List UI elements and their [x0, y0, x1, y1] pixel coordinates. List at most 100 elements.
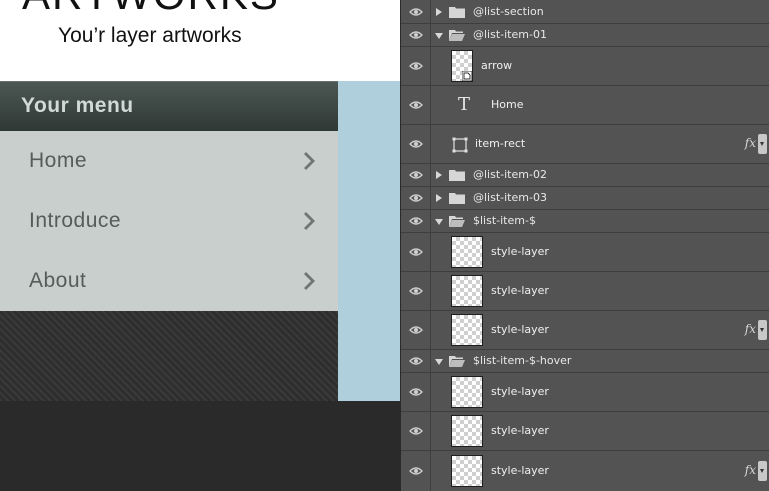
layer-effects-icon[interactable]: fx	[745, 136, 756, 150]
layer-thumbnail	[451, 415, 483, 447]
layer-row-style-layer[interactable]: style-layer fx	[401, 451, 769, 491]
eye-icon[interactable]	[409, 325, 423, 335]
eye-icon[interactable]	[409, 100, 423, 110]
artwork-header: ARTWORKS You’r layer artworks	[0, 0, 400, 81]
layer-name: arrow	[481, 59, 513, 72]
folder-open-icon	[449, 356, 465, 367]
layer-group-name: @list-item-02	[473, 168, 547, 181]
layer-row-style-layer[interactable]: style-layer	[401, 233, 769, 272]
shape-layer-icon	[452, 137, 468, 153]
layer-row-item-rect[interactable]: item-rect fx	[401, 125, 769, 164]
collapse-arrow-icon[interactable]	[435, 359, 443, 365]
menu-header-label: Your menu	[21, 94, 134, 117]
menu-item-about[interactable]: About	[0, 251, 338, 311]
layer-row-style-layer[interactable]: style-layer fx	[401, 311, 769, 350]
menu-item-introduce[interactable]: Introduce	[0, 191, 338, 251]
visibility-column	[401, 350, 431, 372]
eye-icon[interactable]	[409, 193, 423, 203]
visibility-column	[401, 373, 431, 411]
layer-name: style-layer	[491, 385, 549, 398]
visibility-column	[401, 272, 431, 310]
eye-icon[interactable]	[409, 7, 423, 17]
layer-thumbnail	[451, 455, 483, 487]
folder-open-icon	[449, 216, 465, 227]
smart-object-icon	[462, 71, 472, 81]
collapse-arrow-icon[interactable]	[435, 219, 443, 225]
folder-icon	[449, 193, 465, 204]
layer-group-list-item-01[interactable]: @list-item-01	[401, 24, 769, 47]
effects-expand-button[interactable]	[758, 134, 767, 154]
textured-footer	[0, 311, 338, 401]
visibility-column	[401, 412, 431, 450]
eye-icon[interactable]	[409, 286, 423, 296]
chevron-right-icon	[304, 212, 315, 230]
expand-arrow-icon[interactable]	[436, 7, 442, 16]
visibility-column	[401, 187, 431, 209]
eye-icon[interactable]	[409, 170, 423, 180]
layer-row-arrow[interactable]: arrow	[401, 47, 769, 86]
content-panel	[338, 81, 400, 401]
menu-list: Home Introduce About	[0, 131, 338, 311]
visibility-column	[401, 311, 431, 349]
folder-icon	[449, 6, 465, 18]
eye-icon[interactable]	[409, 61, 423, 71]
layer-row-home[interactable]: T Home	[401, 86, 769, 125]
menu-item-label: Introduce	[29, 209, 122, 232]
layer-group-name: @list-section	[473, 4, 544, 18]
layer-thumbnail	[451, 275, 483, 307]
visibility-column	[401, 451, 431, 491]
layer-group-list-item-03[interactable]: @list-item-03	[401, 187, 769, 210]
expand-arrow-icon[interactable]	[436, 171, 442, 179]
eye-icon[interactable]	[409, 30, 423, 40]
visibility-column	[401, 233, 431, 271]
layer-thumbnail	[451, 376, 483, 408]
layers-panel[interactable]: @list-section @list-item-01 arrow T Home…	[400, 0, 769, 491]
visibility-column	[401, 0, 431, 23]
layer-name: Home	[491, 98, 524, 111]
layer-group-name: @list-item-03	[473, 191, 547, 204]
layer-row-style-layer[interactable]: style-layer	[401, 373, 769, 412]
layer-thumbnail	[451, 50, 473, 82]
layer-row-style-layer[interactable]: style-layer	[401, 412, 769, 451]
eye-icon[interactable]	[409, 387, 423, 397]
layer-row-style-layer[interactable]: style-layer	[401, 272, 769, 311]
expand-arrow-icon[interactable]	[436, 194, 442, 202]
artwork-canvas: ARTWORKS You’r layer artworks Your menu …	[0, 0, 400, 491]
layer-name: item-rect	[475, 137, 526, 150]
layer-effects-icon[interactable]: fx	[745, 322, 756, 336]
visibility-column	[401, 47, 431, 85]
eye-icon[interactable]	[409, 356, 423, 366]
layer-name: style-layer	[491, 323, 549, 336]
visibility-column	[401, 24, 431, 46]
chevron-right-icon	[304, 272, 315, 290]
menu-item-label: About	[29, 269, 87, 292]
layer-group-list-item-template[interactable]: $list-item-$	[401, 210, 769, 233]
layer-name: style-layer	[491, 424, 549, 437]
layer-thumbnail	[451, 314, 483, 346]
layer-group-list-section[interactable]: @list-section	[401, 0, 769, 24]
layer-name: style-layer	[491, 245, 549, 258]
eye-icon[interactable]	[409, 426, 423, 436]
menu-item-label: Home	[29, 149, 88, 172]
eye-icon[interactable]	[409, 247, 423, 257]
eye-icon[interactable]	[409, 466, 423, 476]
layer-group-name: $list-item-$-hover	[473, 354, 572, 367]
folder-open-icon	[449, 30, 465, 41]
layer-group-name: $list-item-$	[473, 214, 536, 227]
effects-expand-button[interactable]	[758, 461, 767, 481]
layer-name: style-layer	[491, 464, 549, 477]
visibility-column	[401, 86, 431, 124]
collapse-arrow-icon[interactable]	[435, 33, 443, 39]
layer-group-list-item-02[interactable]: @list-item-02	[401, 164, 769, 187]
text-layer-icon: T	[458, 94, 471, 115]
effects-expand-button[interactable]	[758, 320, 767, 340]
canvas-background	[0, 401, 400, 491]
eye-icon[interactable]	[409, 139, 423, 149]
visibility-column	[401, 125, 431, 163]
artwork-title: ARTWORKS	[22, 0, 280, 16]
layer-effects-icon[interactable]: fx	[745, 463, 756, 477]
eye-icon[interactable]	[409, 216, 423, 226]
layer-group-list-item-hover[interactable]: $list-item-$-hover	[401, 350, 769, 373]
menu-item-home[interactable]: Home	[0, 131, 338, 191]
visibility-column	[401, 210, 431, 232]
